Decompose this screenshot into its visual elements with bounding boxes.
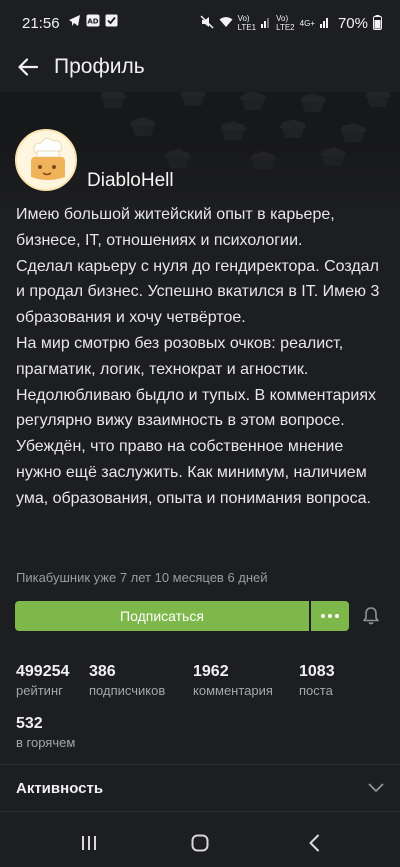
back-button[interactable]	[16, 55, 40, 79]
member-since: Пикабушник уже 7 лет 10 месяцев 6 дней	[16, 570, 268, 585]
more-options-button[interactable]	[311, 601, 349, 631]
recent-apps-button[interactable]	[75, 830, 103, 856]
battery-percent: 70%	[337, 14, 368, 32]
subscribe-button[interactable]: Подписаться	[15, 601, 309, 631]
stat-posts[interactable]: 1083 поста	[299, 663, 335, 698]
stat-label: в горячем	[16, 735, 76, 750]
ad-icon: AD	[86, 14, 100, 32]
svg-text:AD: AD	[87, 18, 98, 26]
net1-sub-label: LTE1	[237, 23, 257, 32]
checklist-icon	[105, 14, 118, 32]
recent-apps-icon	[82, 836, 96, 850]
net2-label: Vo)	[276, 14, 289, 23]
chevron-down-icon	[368, 783, 384, 792]
net2-sub-label: LTE2	[276, 23, 295, 32]
battery-icon	[373, 14, 382, 32]
stat-label: подписчиков	[89, 683, 166, 698]
stat-rating[interactable]: 499254 рейтинг	[16, 663, 69, 698]
arrow-left-icon	[18, 58, 38, 76]
stat-label: комментария	[193, 683, 273, 698]
home-button[interactable]	[186, 830, 214, 856]
signal2-icon	[319, 16, 330, 30]
status-time: 21:56	[22, 14, 60, 32]
mute-icon	[200, 15, 214, 31]
chef-avatar-icon	[17, 131, 75, 189]
stat-label: рейтинг	[16, 683, 63, 698]
stat-value: 1962	[193, 663, 229, 680]
username: DiabloHell	[87, 170, 174, 191]
activity-section-toggle[interactable]: Активность	[0, 765, 400, 811]
stat-hot[interactable]: 532 в горячем	[16, 715, 75, 750]
stat-value: 532	[16, 715, 43, 732]
stat-value: 499254	[16, 663, 70, 680]
stat-label: поста	[299, 683, 333, 698]
notifications-button[interactable]	[359, 604, 383, 628]
stat-comments[interactable]: 1962 комментария	[193, 663, 273, 698]
back-chevron-icon	[309, 834, 319, 852]
stat-subscribers[interactable]: 386 подписчиков	[89, 663, 165, 698]
status-bar: 21:56 AD Vo) LTE1 Vo) LTE2 4G+ 70%	[0, 0, 400, 46]
signal-icon	[261, 16, 271, 30]
profile-bio: Имею большой житейский опыт в карьере, б…	[16, 206, 380, 507]
wifi-icon	[219, 16, 233, 30]
divider	[0, 811, 400, 812]
net1-label: Vo)	[237, 14, 250, 23]
page-title: Профиль	[54, 55, 145, 78]
avatar[interactable]	[15, 129, 77, 191]
bell-icon	[363, 607, 379, 625]
home-icon	[191, 834, 209, 852]
stat-value: 386	[89, 663, 116, 680]
system-back-button[interactable]	[300, 830, 328, 856]
telegram-icon	[68, 14, 81, 32]
system-nav-bar	[0, 818, 400, 867]
app-header: Профиль	[0, 46, 400, 88]
more-dots-icon	[321, 614, 339, 618]
net2-type: 4G+	[299, 18, 315, 28]
activity-label: Активность	[16, 779, 104, 797]
stat-value: 1083	[299, 663, 335, 680]
